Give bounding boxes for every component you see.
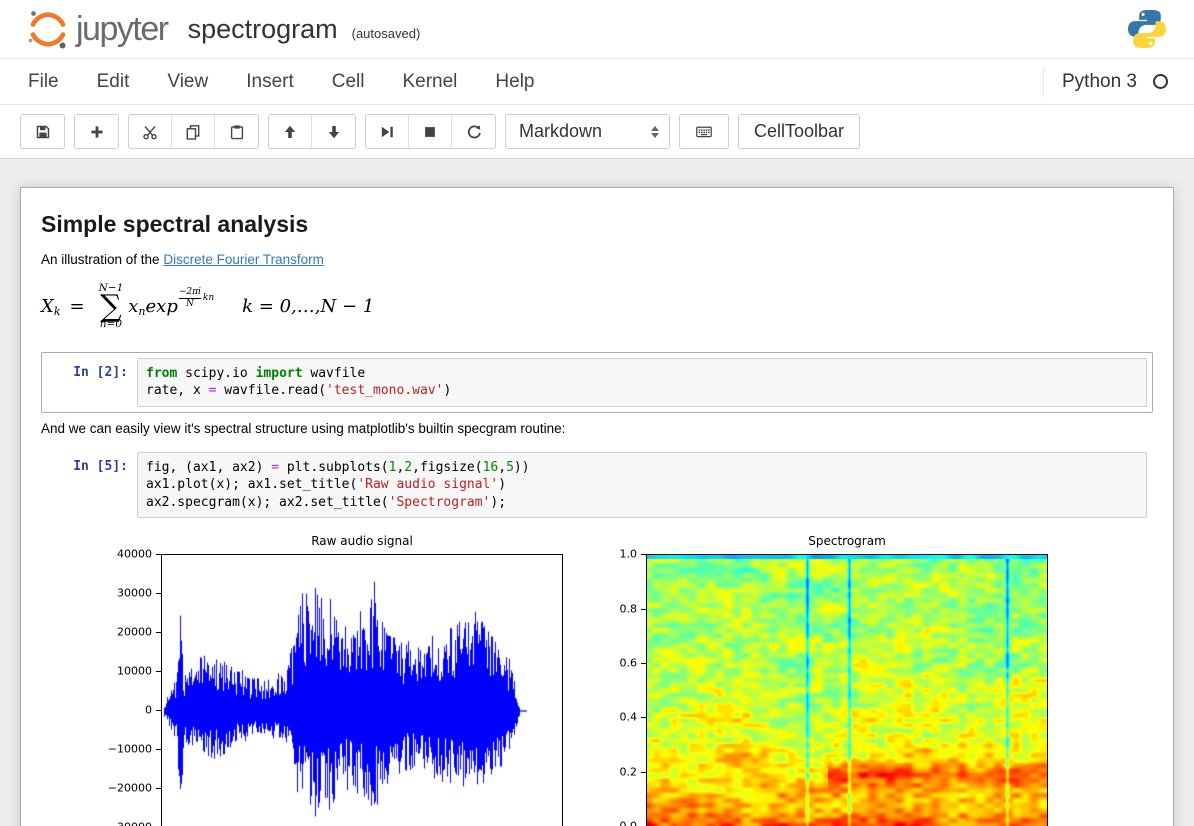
jupyter-logo-icon [28, 11, 66, 49]
sigma-symbol: ∑ [100, 288, 122, 324]
y-tick-label: 40000 [117, 547, 152, 561]
dft-link[interactable]: Discrete Fourier Transform [163, 252, 324, 267]
python-logo-icon [1127, 9, 1167, 49]
waveform-canvas [162, 555, 562, 826]
y-tick-label: −10000 [107, 742, 152, 756]
notebook-title[interactable]: spectrogram [188, 15, 338, 43]
notebook-header: jupyter spectrogram (autosaved) [0, 0, 1194, 58]
add-cell-button[interactable] [75, 115, 118, 148]
y-tick-label: 0.6 [619, 656, 638, 670]
notebook-container: Simple spectral analysis An illustration… [20, 187, 1174, 826]
eq-body: x [128, 295, 139, 317]
run-icon [381, 126, 393, 137]
cell-prompt: In [5]: [73, 458, 128, 474]
code-line: from scipy.io import wavfile [146, 365, 366, 381]
eq-range: k = 0,…,N − 1 [242, 295, 375, 317]
y-tick-label: 10000 [117, 664, 152, 678]
save-icon [36, 125, 49, 138]
scissors-icon [143, 125, 157, 139]
paste-icon [230, 124, 243, 139]
kernel-indicator-area: Python 3 [1043, 66, 1168, 97]
code-line: rate, x = wavfile.read('test_mono.wav') [146, 383, 452, 399]
y-tick-label: −20000 [107, 781, 152, 795]
plus-icon [90, 125, 103, 138]
markdown-heading: Simple spectral analysis [41, 211, 309, 237]
plot-box-raw-audio [161, 554, 563, 826]
jupyter-wordmark: jupyter [76, 10, 169, 48]
spectrogram-canvas [647, 555, 1047, 826]
y-tick-label: 1.0 [619, 547, 638, 561]
figure-title: Raw audio signal [311, 534, 413, 549]
eq-summation: N−1 ∑ n=0 [98, 282, 124, 330]
y-tick-label: 20000 [117, 625, 152, 639]
save-button[interactable] [21, 115, 64, 148]
y-tick-label: 0.2 [619, 765, 638, 779]
plot-box-spectrogram [646, 554, 1048, 826]
eq-exponent: −2πi N kn [178, 287, 215, 309]
eq-exp: exp [145, 295, 178, 317]
kernel-status-icon [1153, 74, 1168, 89]
code-input[interactable]: fig, (ax1, ax2) = plt.subplots(1,2,figsi… [137, 451, 1147, 519]
figure-raw-audio: 400003000020000100000−10000−20000−30000 … [108, 534, 563, 826]
cell-type-select[interactable]: Markdown [505, 114, 670, 149]
cell-type-value: Markdown [519, 121, 603, 141]
y-tick-label: 0.0 [620, 820, 638, 826]
autosave-status: (autosaved) [351, 25, 421, 41]
restart-icon [467, 124, 481, 138]
keyboard-icon [696, 126, 712, 138]
output-area: 400003000020000100000−10000−20000−30000 … [108, 534, 1153, 826]
menu-item-cell[interactable]: Cell [313, 71, 384, 93]
select-spinner-icon [651, 125, 659, 138]
paste-button[interactable] [215, 115, 258, 148]
intro-text: An illustration of the [41, 252, 164, 267]
copy-button[interactable] [172, 115, 215, 148]
y-tick-label: 0 [145, 703, 152, 717]
menubar: File Edit View Insert Cell Kernel Help P… [0, 58, 1194, 105]
move-down-button[interactable] [312, 115, 355, 148]
arrow-up-icon [284, 125, 296, 138]
y-tick-label: 30000 [117, 586, 152, 600]
code-input[interactable]: from scipy.io import wavfile rate, x = wa… [137, 357, 1147, 407]
code-line: fig, (ax1, ax2) = plt.subplots(1,2,figsi… [146, 459, 530, 475]
y-tick-label: −30000 [108, 821, 152, 826]
kernel-name: Python 3 [1062, 70, 1137, 92]
celltoolbar-button[interactable]: CellToolbar [738, 114, 861, 149]
command-palette-button[interactable] [680, 115, 728, 148]
menu-item-file[interactable]: File [26, 71, 78, 93]
stop-button[interactable] [409, 115, 452, 148]
y-axis-spectrogram: 1.0 0.8 0.6 0.4 0.2 0.0 [608, 548, 646, 826]
code-cell-1[interactable]: In [2]: from scipy.io import wavfile rate… [41, 351, 1153, 413]
cut-button[interactable] [129, 115, 172, 148]
copy-icon [186, 124, 200, 140]
eq-lhs: X [41, 295, 54, 317]
markdown-paragraph: And we can easily view it's spectral str… [41, 420, 566, 436]
code-line: ax1.plot(x); ax1.set_title('Raw audio si… [146, 477, 507, 493]
menu-item-kernel[interactable]: Kernel [383, 71, 476, 93]
menu-item-view[interactable]: View [148, 71, 227, 93]
eq-equals: = [69, 295, 85, 317]
y-tick-label: 0.8 [619, 602, 638, 616]
y-axis-raw-audio: 40000 30000 20000 10000 0 −10000 −20000 −30000 [108, 548, 161, 826]
code-cell-2[interactable]: In [5]: fig, (ax1, ax2) = plt.subplots(1… [41, 446, 1153, 525]
arrow-down-icon [328, 125, 339, 138]
stop-icon [425, 126, 435, 137]
intro-paragraph: An illustration of the Discrete Fourier … [41, 252, 1153, 267]
y-tick-label: 0.4 [619, 710, 638, 724]
restart-button[interactable] [452, 115, 495, 148]
figure-title: Spectrogram [808, 534, 886, 549]
notebook-workspace: Simple spectral analysis An illustration… [0, 159, 1194, 826]
figure-spectrogram: 1.0 0.8 0.6 0.4 0.2 0.0 Spectrogram [608, 534, 1048, 826]
eq-lhs-sub: k [53, 304, 61, 318]
run-button[interactable] [366, 115, 409, 148]
menu-item-edit[interactable]: Edit [78, 71, 149, 93]
menu-item-help[interactable]: Help [476, 71, 553, 93]
cell-prompt: In [2]: [73, 364, 128, 380]
toolbar: Markdown CellToolbar [0, 105, 1194, 159]
menu-item-insert[interactable]: Insert [227, 71, 313, 93]
jupyter-logo[interactable]: jupyter [26, 7, 169, 51]
code-line: ax2.specgram(x); ax2.set_title('Spectrog… [146, 494, 507, 510]
move-up-button[interactable] [269, 115, 312, 148]
equation: Xk = N−1 ∑ n=0 xn exp −2πi N kn k = 0,…,N… [41, 282, 375, 330]
